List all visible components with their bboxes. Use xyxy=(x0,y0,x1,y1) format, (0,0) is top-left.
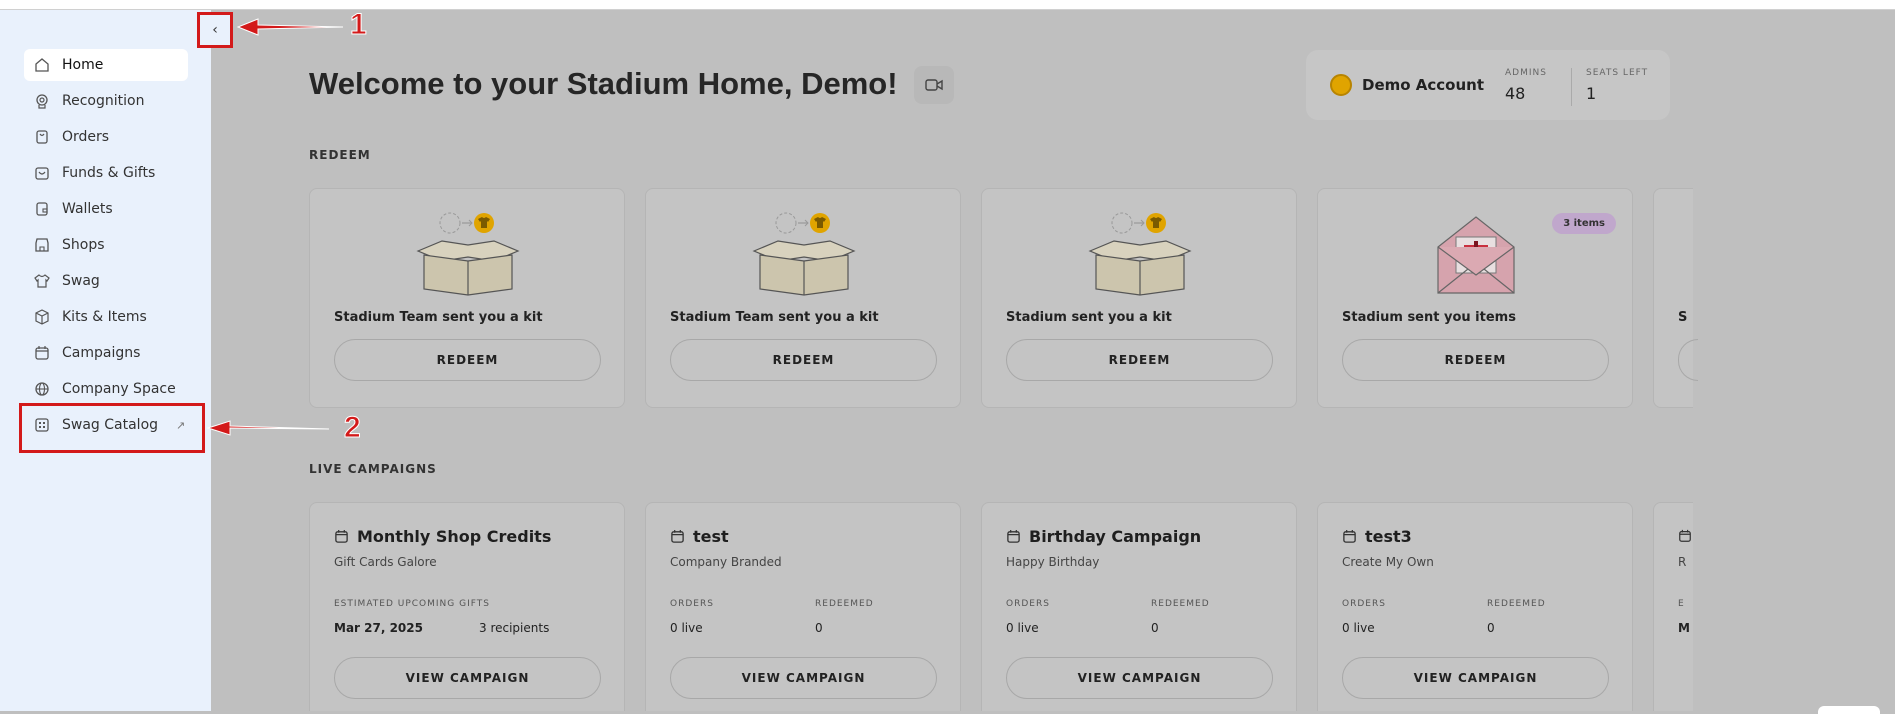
annotation-number-1: 1 xyxy=(350,8,368,42)
corner-widget[interactable] xyxy=(1818,706,1880,714)
annotation-number-2: 2 xyxy=(344,411,362,445)
annotation-arrow-2 xyxy=(206,420,330,436)
annotation-arrow-1 xyxy=(236,18,344,36)
annotation-arrows xyxy=(206,18,344,436)
